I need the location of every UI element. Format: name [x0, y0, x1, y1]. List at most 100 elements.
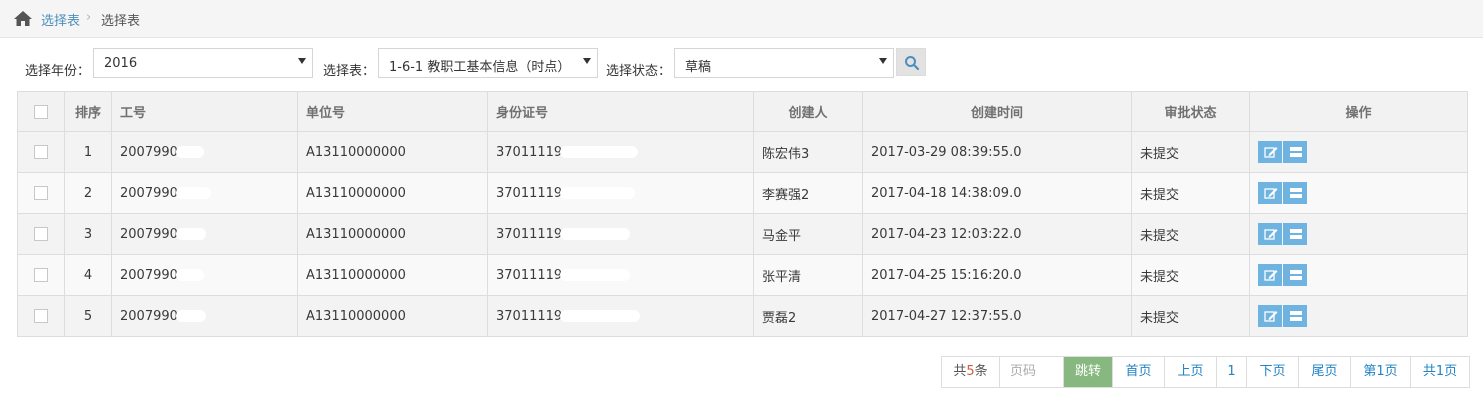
- row-status-text: 未提交: [1140, 310, 1180, 326]
- year-select[interactable]: 2016: [93, 48, 313, 78]
- row-id-no-text: 37011119: [496, 185, 563, 201]
- edit-icon: [1264, 188, 1278, 199]
- edit-button[interactable]: [1258, 305, 1282, 327]
- status-select-value: 草稿: [685, 60, 712, 75]
- row-creator: 马金平: [753, 213, 863, 255]
- page-input[interactable]: 页码: [1000, 357, 1064, 387]
- row-created-time-text: 2017-04-18 14:38:09.0: [871, 185, 1022, 201]
- edit-icon: [1264, 311, 1278, 322]
- row-creator: 张平清: [753, 254, 863, 296]
- header-index[interactable]: 排序: [64, 91, 112, 132]
- records-table: 排序 工号 单位号 身份证号 创建人 创建时间 审批状态 操作 1 2007990…: [17, 91, 1468, 337]
- row-created-time: 2017-04-25 15:16:20.0: [862, 254, 1132, 296]
- select-all-header[interactable]: [17, 91, 65, 132]
- header-status[interactable]: 审批状态: [1131, 91, 1250, 132]
- detail-button[interactable]: [1283, 141, 1307, 163]
- redacted-mask: [560, 146, 639, 158]
- redacted-mask: [560, 228, 631, 240]
- header-creator[interactable]: 创建人: [753, 91, 863, 132]
- row-index: 1: [64, 131, 112, 173]
- pagination: 共5条 页码 跳转 首页 上页 1 下页 尾页 第1页 共1页: [941, 356, 1470, 388]
- breadcrumb-link[interactable]: 选择表: [41, 10, 80, 29]
- list-icon: [1290, 270, 1302, 280]
- edit-icon: [1264, 147, 1278, 158]
- row-creator: 陈宏伟3: [753, 131, 863, 173]
- row-creator: 贾磊2: [753, 295, 863, 337]
- table-row[interactable]: 3 2007990 A13110000000 37011119 马金平 2017-04-2…: [17, 213, 1468, 255]
- search-button[interactable]: [896, 48, 926, 76]
- table-row[interactable]: 2 2007990 A13110000000 37011119 李赛强2 2017-04-…: [17, 172, 1468, 214]
- table-row[interactable]: 4 2007990 A13110000000 37011119 张平清 2017-04-2…: [17, 254, 1468, 296]
- redacted-mask: [560, 310, 641, 322]
- row-status: 未提交: [1131, 295, 1250, 337]
- row-id-no: 37011119: [487, 254, 754, 296]
- row-creator-text: 李赛强2: [762, 187, 810, 203]
- header-emp-no[interactable]: 工号: [111, 91, 298, 132]
- row-checkbox-cell: [17, 131, 65, 173]
- row-emp-no-text: 2007990: [120, 144, 178, 160]
- row-unit-no: A13110000000: [297, 172, 488, 214]
- detail-button[interactable]: [1283, 264, 1307, 286]
- table-row[interactable]: 5 2007990 A13110000000 37011119 贾磊2 2017-04-2…: [17, 295, 1468, 337]
- total-records: 共5条: [942, 357, 1000, 387]
- header-unit-no[interactable]: 单位号: [297, 91, 488, 132]
- table-select[interactable]: 1-6-1 教职工基本信息（时点）: [378, 48, 598, 78]
- row-unit-no: A13110000000: [297, 254, 488, 296]
- select-all-checkbox[interactable]: [34, 104, 48, 119]
- next-page-button[interactable]: 下页: [1247, 357, 1299, 387]
- row-emp-no-text: 2007990: [120, 267, 178, 283]
- row-id-no-text: 37011119: [496, 267, 563, 283]
- edit-button[interactable]: [1258, 223, 1282, 245]
- header-created-time[interactable]: 创建时间: [862, 91, 1132, 132]
- prev-page-button[interactable]: 上页: [1165, 357, 1217, 387]
- edit-button[interactable]: [1258, 182, 1282, 204]
- edit-button[interactable]: [1258, 264, 1282, 286]
- row-checkbox[interactable]: [34, 309, 48, 323]
- row-creator-text: 马金平: [762, 228, 802, 244]
- row-checkbox[interactable]: [34, 145, 48, 159]
- last-page-button[interactable]: 尾页: [1299, 357, 1351, 387]
- row-unit-no-text: A13110000000: [306, 308, 406, 324]
- row-index: 3: [64, 213, 112, 255]
- row-status-text: 未提交: [1140, 187, 1180, 203]
- row-checkbox-cell: [17, 213, 65, 255]
- redacted-mask: [175, 269, 204, 281]
- row-emp-no-text: 2007990: [120, 308, 178, 324]
- page-number-1[interactable]: 1: [1217, 357, 1247, 387]
- breadcrumb: 选择表 › 选择表: [0, 0, 1483, 38]
- row-created-time-text: 2017-03-29 08:39:55.0: [871, 144, 1022, 160]
- header-id-no[interactable]: 身份证号: [487, 91, 754, 132]
- detail-button[interactable]: [1283, 305, 1307, 327]
- table-row[interactable]: 1 2007990 A13110000000 37011119 陈宏伟3 2017-03-…: [17, 131, 1468, 173]
- row-creator-text: 陈宏伟3: [762, 146, 810, 162]
- row-index-text: 5: [83, 308, 93, 324]
- row-id-no-text: 37011119: [496, 226, 563, 242]
- row-id-no-text: 37011119: [496, 308, 563, 324]
- row-emp-no: 2007990: [111, 254, 298, 296]
- detail-button[interactable]: [1283, 223, 1307, 245]
- row-checkbox[interactable]: [34, 186, 48, 200]
- home-icon[interactable]: [14, 11, 32, 26]
- breadcrumb-current: 选择表: [101, 14, 141, 29]
- row-id-no: 37011119: [487, 131, 754, 173]
- list-icon: [1290, 311, 1302, 321]
- row-emp-no: 2007990: [111, 172, 298, 214]
- first-page-button[interactable]: 首页: [1113, 357, 1165, 387]
- redacted-mask: [175, 146, 204, 158]
- row-unit-no-text: A13110000000: [306, 185, 406, 201]
- row-actions: [1249, 213, 1468, 255]
- edit-button[interactable]: [1258, 141, 1282, 163]
- row-checkbox[interactable]: [34, 268, 48, 282]
- chevron-down-icon: [879, 58, 887, 64]
- row-index: 5: [64, 295, 112, 337]
- row-index-text: 2: [83, 185, 93, 201]
- jump-button[interactable]: 跳转: [1064, 357, 1113, 387]
- table-select-value: 1-6-1 教职工基本信息（时点）: [389, 60, 571, 75]
- row-actions: [1249, 254, 1468, 296]
- status-select[interactable]: 草稿: [674, 48, 894, 78]
- row-unit-no: A13110000000: [297, 295, 488, 337]
- detail-button[interactable]: [1283, 182, 1307, 204]
- row-checkbox[interactable]: [34, 227, 48, 241]
- row-created-time: 2017-04-27 12:37:55.0: [862, 295, 1132, 337]
- year-select-value: 2016: [104, 56, 138, 71]
